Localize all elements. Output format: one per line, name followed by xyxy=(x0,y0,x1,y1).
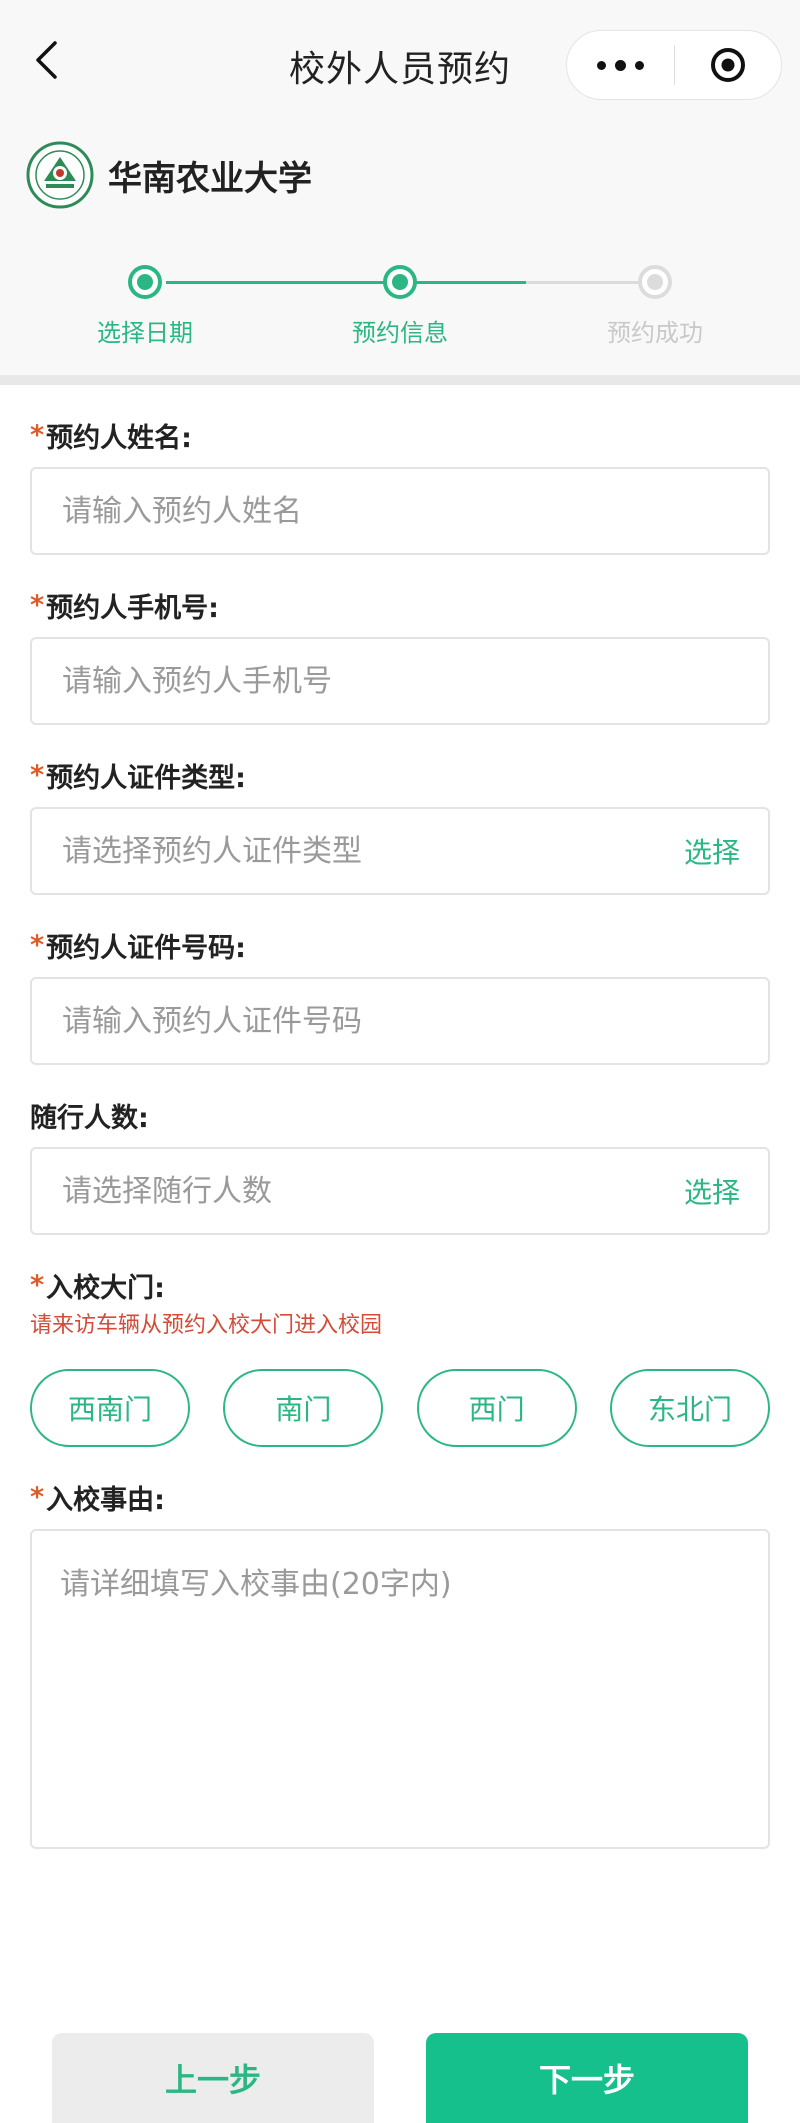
step-select-date: 选择日期 xyxy=(45,265,245,348)
gate-option-southwest[interactable]: 西南门 xyxy=(30,1369,190,1447)
field-companions: 随行人数: 选择 xyxy=(30,1065,770,1235)
step-booking-success: 预约成功 xyxy=(555,265,755,348)
step-dot-icon xyxy=(638,265,672,299)
required-mark: * xyxy=(30,589,45,621)
reason-textarea[interactable] xyxy=(30,1529,770,1849)
field-label-text: 预约人姓名: xyxy=(46,422,192,454)
more-button[interactable] xyxy=(567,59,674,71)
more-dots-icon-end xyxy=(634,60,644,70)
gate-option-south[interactable]: 南门 xyxy=(223,1369,384,1447)
required-mark: * xyxy=(30,1481,45,1513)
step-label: 选择日期 xyxy=(97,319,193,347)
step-label: 预约成功 xyxy=(607,319,703,347)
field-label-text: 预约人手机号: xyxy=(46,592,219,624)
name-input-box[interactable] xyxy=(30,467,770,555)
gate-options: 西南门 南门 西门 东北门 xyxy=(30,1369,770,1447)
field-label-text: 入校大门: xyxy=(46,1272,165,1304)
companions-select[interactable]: 选择 xyxy=(30,1147,770,1235)
step-booking-info: 预约信息 xyxy=(300,265,500,348)
required-mark: * xyxy=(30,1269,45,1301)
field-label-text: 预约人证件号码: xyxy=(46,932,246,964)
step-dot-icon xyxy=(128,265,162,299)
gate-option-west[interactable]: 西门 xyxy=(416,1369,577,1447)
id-type-select-button[interactable]: 选择 xyxy=(684,831,740,871)
mini-program-capsule xyxy=(566,30,782,100)
section-divider xyxy=(0,375,800,385)
step-dot-icon xyxy=(383,265,417,299)
companions-input[interactable] xyxy=(60,1172,674,1210)
school-name: 华南农业大学 xyxy=(108,158,312,199)
school-logo-icon xyxy=(26,141,94,209)
gate-note: 请来访车辆从预约入校大门进入校园 xyxy=(30,1313,383,1338)
gate-option-northeast[interactable]: 东北门 xyxy=(609,1369,770,1447)
field-label: * 入校事由: xyxy=(30,1479,770,1516)
action-bar: 上一步 下一步 xyxy=(0,2033,800,2123)
field-gate: * 入校大门: 请来访车辆从预约入校大门进入校园 西南门 南门 西门 东北门 xyxy=(30,1235,770,1447)
prev-step-button[interactable]: 上一步 xyxy=(52,2033,374,2123)
field-label: * 预约人手机号: xyxy=(30,587,770,624)
field-label: * 预约人证件类型: xyxy=(30,757,770,794)
booking-form: *预约人姓名: *预约人手机号: *预约人证件类型: 选择 *预约人证件号码: … xyxy=(0,385,800,1853)
next-step-button[interactable]: 下一步 xyxy=(426,2033,748,2123)
companions-select-button[interactable]: 选择 xyxy=(684,1171,740,1211)
required-mark: * xyxy=(30,929,45,961)
field-id-number: * 预约人证件号码: xyxy=(30,895,770,1065)
id-type-select[interactable]: 选择 xyxy=(30,807,770,895)
field-reason: * 入校事由: xyxy=(30,1447,770,1853)
field-label: 随行人数: xyxy=(30,1097,770,1134)
more-dots-icon-mid xyxy=(614,59,626,71)
required-mark: * xyxy=(30,759,45,791)
school-header: 华南农业大学 xyxy=(0,130,800,220)
field-phone: * 预约人手机号: xyxy=(30,555,770,725)
phone-input-box[interactable] xyxy=(30,637,770,725)
field-label-text: 随行人数: xyxy=(30,1102,149,1134)
progress-stepper: 选择日期 预约信息 预约成功 xyxy=(0,220,800,375)
field-label: * 入校大门: xyxy=(30,1267,770,1304)
field-label-text: 预约人证件类型: xyxy=(46,762,246,794)
step-label: 预约信息 xyxy=(352,319,448,347)
id-number-input[interactable] xyxy=(60,1002,740,1040)
more-dots-icon xyxy=(596,60,606,70)
id-number-input-box[interactable] xyxy=(30,977,770,1065)
field-id-type: *预约人证件类型: 选择 xyxy=(30,725,770,895)
school-logo xyxy=(26,141,94,209)
field-label-text: 入校事由: xyxy=(46,1484,165,1516)
id-type-input[interactable] xyxy=(60,832,674,870)
field-label: * 预约人证件号码: xyxy=(30,927,770,964)
field-label: * 预约人姓名: xyxy=(30,417,770,454)
name-input[interactable] xyxy=(60,492,740,530)
phone-input[interactable] xyxy=(60,662,740,700)
target-close-icon xyxy=(710,48,745,82)
close-button[interactable] xyxy=(675,45,782,85)
required-mark: * xyxy=(30,419,45,451)
navigation-bar: 校外人员预约 xyxy=(0,0,800,130)
field-name: * 预约人姓名: xyxy=(30,385,770,555)
